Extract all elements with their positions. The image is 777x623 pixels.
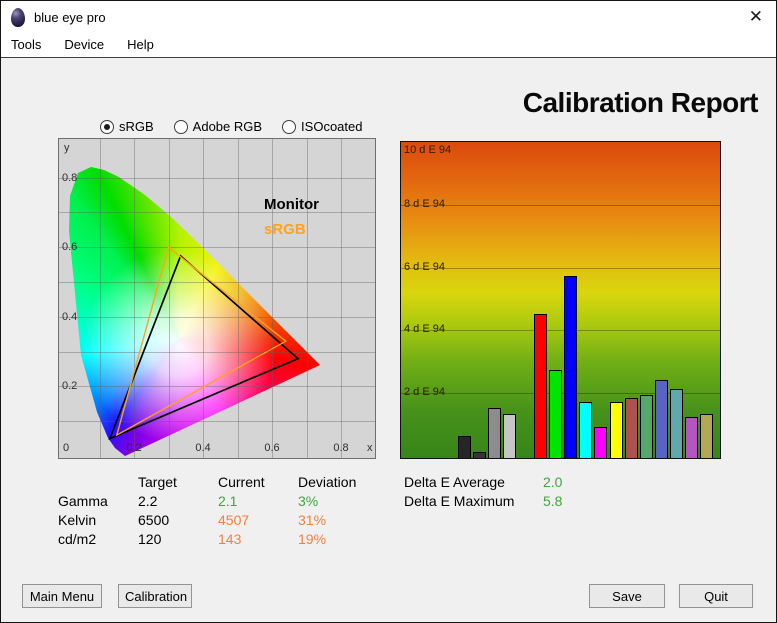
gamut-triangle-monitor xyxy=(110,256,298,439)
quit-button[interactable]: Quit xyxy=(679,584,753,608)
target-value: 120 xyxy=(138,531,218,550)
column-header: Current xyxy=(218,474,298,493)
app-window: blue eye pro ✕ Tools Device Help Calibrati… xyxy=(0,0,777,623)
column-header: Target xyxy=(138,474,218,493)
bar-darker-gray xyxy=(473,452,486,458)
menu-bar: Tools Device Help xyxy=(1,34,776,58)
window-title: blue eye pro xyxy=(34,10,106,25)
gamut-radio-group: sRGB Adobe RGB ISOcoated xyxy=(100,119,362,134)
table-corner-cell xyxy=(58,474,138,493)
radio-label: Adobe RGB xyxy=(193,119,262,134)
grid-line xyxy=(401,330,720,331)
gamut-triangles xyxy=(59,139,375,458)
radio-label: sRGB xyxy=(119,119,154,134)
bar-magenta xyxy=(594,427,607,458)
summary-label: Delta E Maximum xyxy=(404,493,543,512)
bar-khaki xyxy=(700,414,713,458)
target-value: 6500 xyxy=(138,512,218,531)
grid-line xyxy=(401,268,720,269)
y-tick-label: 4 d E 94 xyxy=(404,323,445,335)
menu-item-device[interactable]: Device xyxy=(64,34,104,52)
bar-yellow xyxy=(610,402,623,459)
main-menu-button[interactable]: Main Menu xyxy=(22,584,102,608)
gamut-triangle-srgb xyxy=(117,247,286,435)
save-button[interactable]: Save xyxy=(589,584,665,608)
deviation-value: 3% xyxy=(298,493,388,512)
y-tick-label: 8 d E 94 xyxy=(404,198,445,210)
radio-isocoated[interactable]: ISOcoated xyxy=(282,119,362,134)
app-icon xyxy=(11,8,25,27)
bar-teal xyxy=(670,389,683,458)
bar-brown xyxy=(625,398,638,458)
bar-dark-gray xyxy=(458,436,471,458)
bar-purple xyxy=(685,417,698,458)
page-title: Calibration Report xyxy=(490,87,758,119)
radio-circle-icon xyxy=(282,120,296,134)
radio-srgb[interactable]: sRGB xyxy=(100,119,154,134)
summary-value: 5.8 xyxy=(543,493,603,512)
bar-blue xyxy=(564,276,577,458)
legend-srgb: sRGB xyxy=(264,221,306,238)
deviation-value: 19% xyxy=(298,531,388,550)
deviation-value: 31% xyxy=(298,512,388,531)
row-label: Gamma xyxy=(58,493,138,512)
delta-e-summary: Delta E Average2.0Delta E Maximum5.8 xyxy=(404,474,603,512)
close-icon[interactable]: ✕ xyxy=(749,6,763,28)
bar-sea-green xyxy=(640,395,653,458)
radio-circle-icon xyxy=(174,120,188,134)
grid-line xyxy=(401,205,720,206)
delta-e-bar-chart: 10 d E 94 8 d E 94 6 d E 94 4 d E 94 2 d E 9… xyxy=(400,141,721,459)
y-tick-label: 6 d E 94 xyxy=(404,261,445,273)
cie-chromaticity-chart: 00.20.40.60.80.20.40.60.8yx Monitor sRGB xyxy=(58,138,376,459)
calibration-button[interactable]: Calibration xyxy=(118,584,192,608)
bar-cyan xyxy=(579,402,592,459)
radio-label: ISOcoated xyxy=(301,119,362,134)
title-bar: blue eye pro ✕ xyxy=(1,1,776,34)
y-tick-label: 10 d E 94 xyxy=(404,144,451,156)
menu-item-help[interactable]: Help xyxy=(127,34,154,52)
summary-value: 2.0 xyxy=(543,474,603,493)
bar-green xyxy=(549,370,562,458)
bar-slate-blue xyxy=(655,380,668,459)
current-value: 2.1 xyxy=(218,493,298,512)
legend-monitor: Monitor xyxy=(264,196,319,213)
row-label: cd/m2 xyxy=(58,531,138,550)
radio-circle-icon xyxy=(100,120,114,134)
calibration-results-table: TargetCurrentDeviation Gamma2.22.13% Kelvi… xyxy=(58,474,388,550)
bar-light-gray xyxy=(503,414,516,458)
menu-item-tools[interactable]: Tools xyxy=(11,34,41,52)
bar-red xyxy=(534,314,547,458)
row-label: Kelvin xyxy=(58,512,138,531)
y-tick-label: 2 d E 94 xyxy=(404,386,445,398)
current-value: 4507 xyxy=(218,512,298,531)
target-value: 2.2 xyxy=(138,493,218,512)
radio-adobe-rgb[interactable]: Adobe RGB xyxy=(174,119,262,134)
summary-label: Delta E Average xyxy=(404,474,543,493)
current-value: 143 xyxy=(218,531,298,550)
column-header: Deviation xyxy=(298,474,388,493)
bar-gray xyxy=(488,408,501,458)
